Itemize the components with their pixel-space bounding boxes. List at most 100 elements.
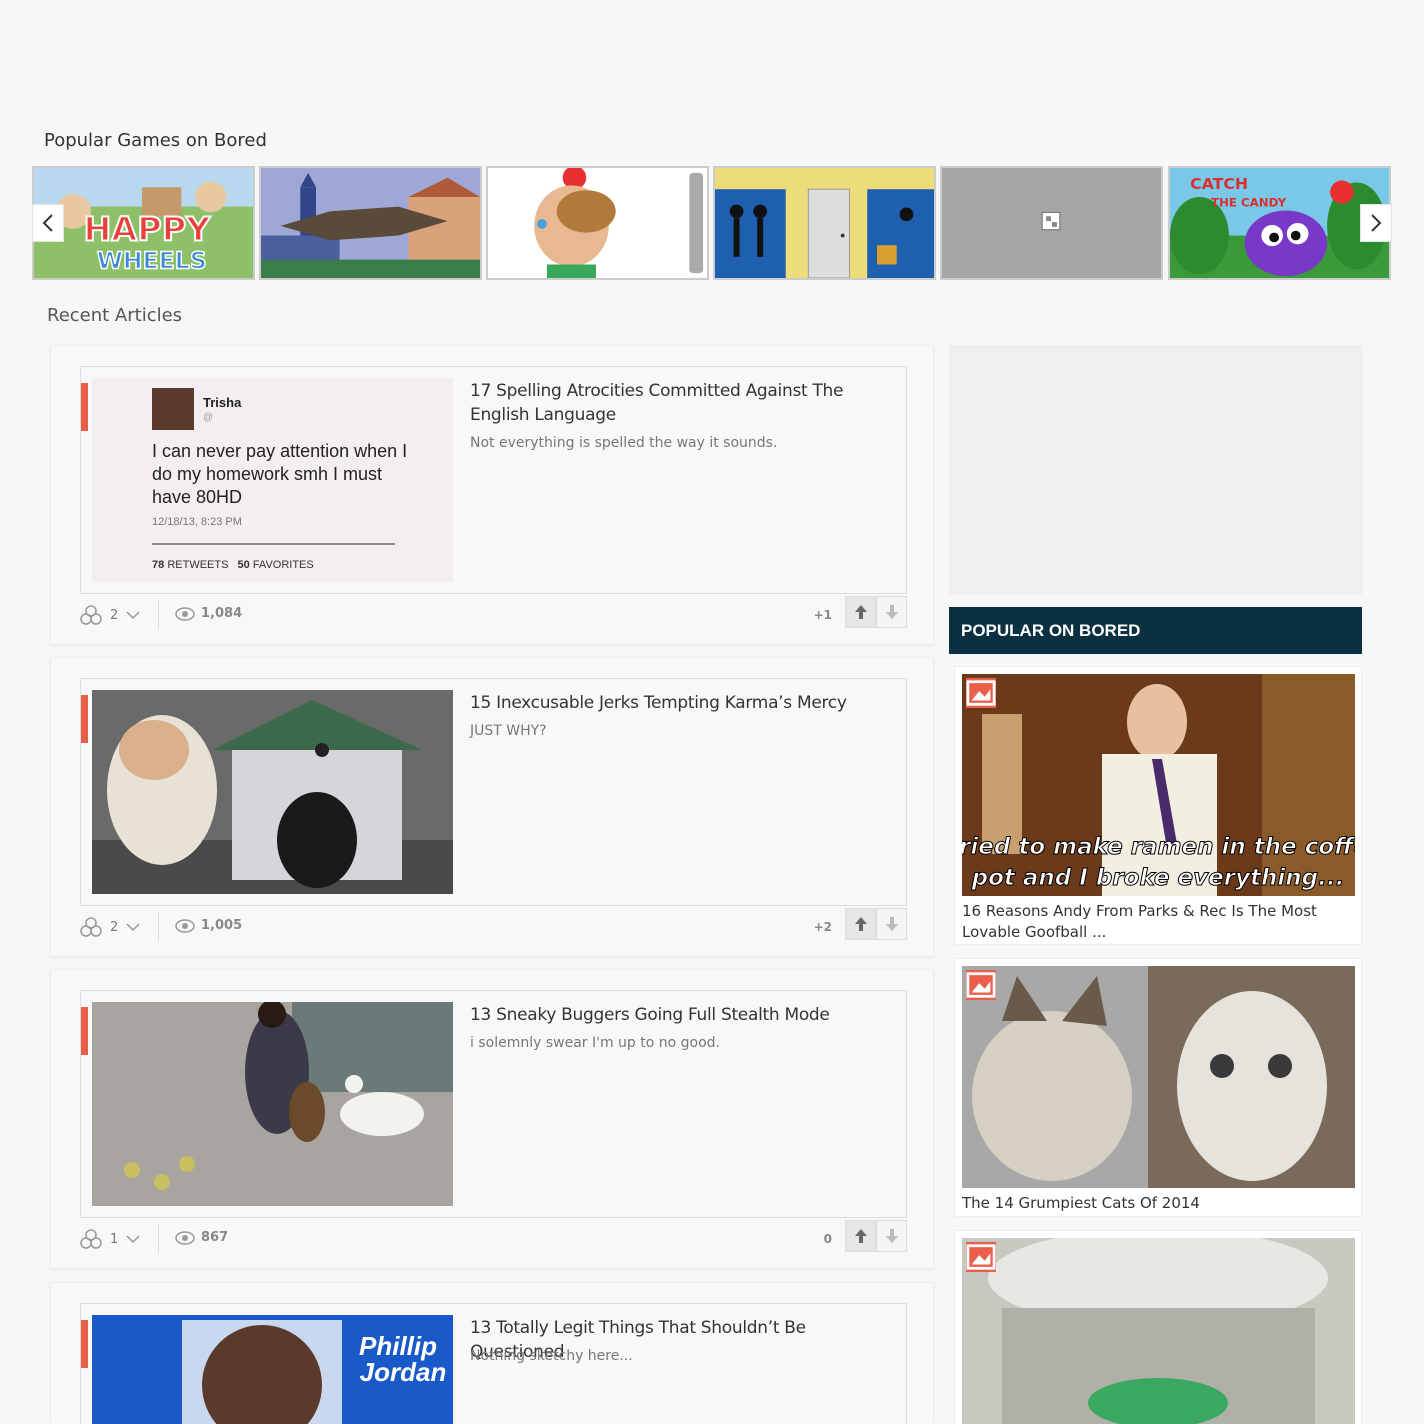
gallery-badge	[966, 1242, 996, 1272]
game-tile-placeholder[interactable]	[940, 166, 1163, 280]
game-tile-apple-head[interactable]	[486, 166, 709, 280]
downvote-button[interactable]	[876, 596, 907, 628]
popular-item[interactable]	[954, 1230, 1362, 1424]
article-subtitle: Nothing sketchy here...	[470, 1348, 633, 1364]
carousel-next-button[interactable]	[1360, 204, 1392, 242]
article-title[interactable]: 15 Inexcusable Jerks Tempting Karma’s Me…	[470, 691, 895, 715]
happy-wheels-thumbnail: HAPPY WHEELS	[34, 168, 253, 278]
popular-item[interactable]: I tried to make ramen in the coffee pot …	[954, 666, 1362, 945]
upvote-button[interactable]	[845, 908, 876, 940]
shares-dropdown[interactable]: 2	[80, 916, 140, 938]
stick-office-thumbnail	[715, 168, 934, 278]
popular-item-thumbnail[interactable]	[962, 1238, 1355, 1424]
popular-item-thumbnail[interactable]: I tried to make ramen in the coffee pot …	[962, 674, 1355, 896]
article-link-box[interactable]: Trisha @ I can never pay attention when …	[80, 366, 907, 594]
downvote-button[interactable]	[876, 908, 907, 940]
eye-icon	[175, 606, 195, 621]
chevron-down-icon	[126, 611, 140, 620]
tweet-retweets-count: 78	[152, 559, 164, 571]
news-name-line2: Jordan	[360, 1357, 447, 1387]
article-title[interactable]: 17 Spelling Atrocities Committed Against…	[470, 379, 895, 427]
popular-item-title[interactable]: 16 Reasons Andy From Parks & Rec Is The …	[962, 901, 1342, 943]
catch-the-candy-logo-line2: THE CANDY	[1211, 196, 1287, 210]
article-thumbnail[interactable]	[92, 690, 453, 894]
game-tile-happy-wheels[interactable]: HAPPY WHEELS	[32, 166, 255, 280]
arrow-down-icon	[885, 605, 898, 619]
soap-dish-image	[962, 1238, 1355, 1424]
tweet-author-name: Trisha	[203, 395, 242, 410]
happy-wheels-logo-line1: HAPPY	[84, 210, 212, 249]
share-icon	[80, 1229, 102, 1249]
article-subtitle: i solemnly swear I'm up to no good.	[470, 1035, 721, 1051]
article-card: 15 Inexcusable Jerks Tempting Karma’s Me…	[50, 657, 934, 957]
popular-item[interactable]: The 14 Grumpiest Cats Of 2014	[954, 958, 1362, 1217]
chevron-right-icon	[1371, 214, 1382, 232]
popular-item-title[interactable]: The 14 Grumpiest Cats Of 2014	[962, 1193, 1342, 1214]
eye-icon	[175, 1230, 195, 1245]
recent-articles-heading: Recent Articles	[47, 305, 183, 326]
woman-ducks-image	[92, 1002, 453, 1206]
catch-the-candy-logo-line1: CATCH	[1190, 175, 1248, 193]
arrow-up-icon	[854, 917, 867, 931]
share-count: 2	[110, 919, 119, 935]
tweet-screenshot-image: Trisha @ I can never pay attention when …	[92, 378, 453, 582]
vote-score: +2	[813, 920, 832, 934]
chevron-down-icon	[126, 1235, 140, 1244]
article-subtitle: Not everything is spelled the way it sou…	[470, 435, 778, 451]
article-thumbnail[interactable]: Phillip Jordan	[92, 1315, 453, 1424]
gallery-badge	[966, 678, 996, 708]
popular-on-bored-header: POPULAR ON BORED	[949, 607, 1362, 654]
dinosaur-city-thumbnail	[261, 168, 480, 278]
tweet-text-line2: do my homework smh I must	[152, 464, 382, 484]
view-count: 1,084	[201, 606, 243, 621]
views-counter: 1,084	[175, 606, 242, 621]
andy-parks-rec-image: I tried to make ramen in the coffee pot …	[962, 674, 1355, 896]
meta-divider	[158, 1225, 159, 1253]
meme-caption-line2: pot and I broke everything...	[971, 865, 1345, 891]
article-title[interactable]: 13 Sneaky Buggers Going Full Stealth Mod…	[470, 1003, 895, 1027]
shares-dropdown[interactable]: 1	[80, 1228, 140, 1250]
game-tile-dinosaur-city[interactable]	[259, 166, 482, 280]
article-meta-bar: 2 1,084 +1	[80, 596, 907, 636]
views-counter: 1,005	[175, 918, 242, 933]
article-link-box[interactable]: 13 Sneaky Buggers Going Full Stealth Mod…	[80, 990, 907, 1218]
article-meta-bar: 1 867 0	[80, 1220, 907, 1260]
article-thumbnail[interactable]: Trisha @ I can never pay attention when …	[92, 378, 453, 582]
image-icon	[966, 680, 996, 706]
broken-image-icon	[942, 168, 1161, 278]
article-link-box[interactable]: 15 Inexcusable Jerks Tempting Karma’s Me…	[80, 678, 907, 906]
carousel-prev-button[interactable]	[32, 204, 64, 242]
tweet-date: 12/18/13, 8:23 PM	[152, 516, 242, 528]
tweet-text-line1: I can never pay attention when I	[152, 441, 407, 461]
tweet-favorites-count: 50	[238, 559, 250, 571]
vote-score: 0	[823, 1232, 832, 1246]
tweet-favorites-label: FAVORITES	[253, 559, 314, 571]
shares-dropdown[interactable]: 2	[80, 604, 140, 626]
view-count: 867	[201, 1230, 229, 1245]
share-icon	[80, 917, 102, 937]
upvote-button[interactable]	[845, 1220, 876, 1252]
vote-score: +1	[813, 608, 832, 622]
article-link-box[interactable]: Phillip Jordan 13 Totally Legit Things T…	[80, 1303, 907, 1424]
tweet-text-line3: have 80HD	[152, 487, 242, 507]
games-carousel: HAPPY WHEELS CATCH THE CANDY	[32, 166, 1392, 280]
share-icon	[80, 605, 102, 625]
article-accent-bar	[81, 383, 88, 431]
article-subtitle: JUST WHY?	[470, 723, 547, 739]
upvote-button[interactable]	[845, 596, 876, 628]
article-meta-bar: 2 1,005 +2	[80, 908, 907, 948]
meta-divider	[158, 601, 159, 629]
game-tile-stick-office[interactable]	[713, 166, 936, 280]
sidebar-ad-slot	[949, 345, 1362, 595]
article-card: Phillip Jordan 13 Totally Legit Things T…	[50, 1282, 934, 1424]
chevron-left-icon	[42, 214, 53, 232]
popular-item-thumbnail[interactable]	[962, 966, 1355, 1188]
meta-divider	[158, 913, 159, 941]
article-accent-bar	[81, 1007, 88, 1055]
news-mugshot-image: Phillip Jordan	[92, 1315, 453, 1424]
happy-wheels-logo-line2: WHEELS	[97, 247, 207, 275]
article-thumbnail[interactable]	[92, 1002, 453, 1206]
downvote-button[interactable]	[876, 1220, 907, 1252]
game-tile-catch-the-candy[interactable]: CATCH THE CANDY	[1168, 166, 1391, 280]
view-count: 1,005	[201, 918, 243, 933]
